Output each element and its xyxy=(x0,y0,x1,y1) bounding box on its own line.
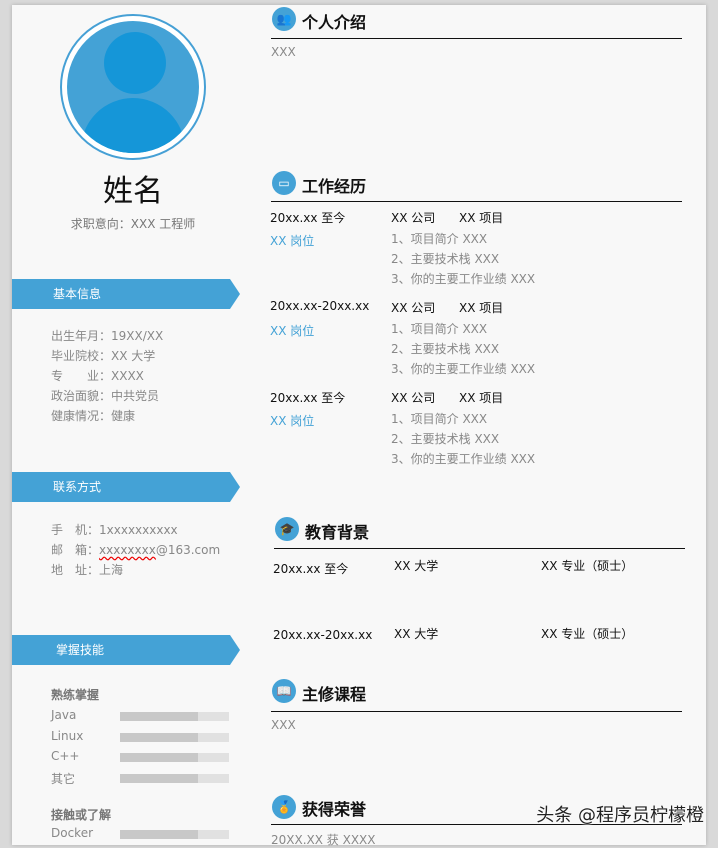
work-item: 3、你的主要工作业绩 XXX xyxy=(391,362,536,376)
work-item: 3、你的主要工作业绩 XXX xyxy=(391,452,536,466)
basic-info-title: 基本信息 xyxy=(53,287,102,301)
avatar xyxy=(60,14,206,160)
skill-bar xyxy=(120,774,229,784)
work-project: XX 项目 xyxy=(459,211,504,225)
candidate-name: 姓名 xyxy=(103,174,163,209)
work-role: XX 岗位 xyxy=(270,324,315,338)
basic-info-line: 政治面貌：中共党员 xyxy=(51,389,160,403)
skill-bar xyxy=(120,712,229,721)
basic-info-line: 出生年月：19XX/XX xyxy=(51,329,164,343)
work-item: 1、项目简介 XXX xyxy=(391,412,488,426)
honors-title: 获得荣誉 xyxy=(302,800,367,819)
contact-banner: 联系方式 xyxy=(12,472,240,502)
familiar-title: 接触或了解 xyxy=(51,808,112,822)
work-item: 1、项目简介 XXX xyxy=(391,322,488,336)
user-icon xyxy=(67,21,199,153)
work-item: 2、主要技术栈 XXX xyxy=(391,252,500,266)
work-item: 2、主要技术栈 XXX xyxy=(391,432,500,446)
basic-info-banner: 基本信息 xyxy=(12,279,240,309)
edu-school: XX 大学 xyxy=(394,559,439,573)
work-title: 工作经历 xyxy=(302,177,367,196)
people-icon: 👥 xyxy=(272,7,296,31)
edu-major: XX 专业（硕士） xyxy=(541,627,634,641)
education-title: 教育背景 xyxy=(305,523,370,542)
skill-bar xyxy=(120,732,229,742)
intro-text: XXX xyxy=(271,45,296,59)
work-role: XX 岗位 xyxy=(270,414,315,428)
edu-major: XX 专业（硕士） xyxy=(541,559,634,573)
work-period: 20xx.xx 至今 xyxy=(270,391,346,405)
briefcase-icon: ▭ xyxy=(272,171,296,195)
work-period: 20xx.xx-20xx.xx xyxy=(270,299,370,313)
divider xyxy=(271,711,682,712)
divider xyxy=(271,38,682,39)
work-project: XX 项目 xyxy=(459,301,504,315)
divider xyxy=(274,548,685,549)
work-item: 3、你的主要工作业绩 XXX xyxy=(391,272,536,286)
basic-info-line: 毕业院校：XX 大学 xyxy=(51,349,156,363)
work-item: 1、项目简介 XXX xyxy=(391,232,488,246)
skill-name: C++ xyxy=(51,749,80,764)
work-company: XX 公司 xyxy=(391,211,436,225)
job-intent: 求职意向：XXX 工程师 xyxy=(70,217,196,231)
skill-name: Java xyxy=(51,708,77,722)
intro-title: 个人介绍 xyxy=(302,13,367,32)
work-project: XX 项目 xyxy=(459,391,504,405)
courses-title: 主修课程 xyxy=(302,685,367,704)
honors-text: 20XX.XX 获 XXXX xyxy=(271,833,376,847)
skills-banner: 掌握技能 xyxy=(12,635,240,665)
book-icon: 📖 xyxy=(272,679,296,703)
basic-info-line: 专 业：XXXX xyxy=(51,369,144,383)
contact-title: 联系方式 xyxy=(53,480,102,494)
work-item: 2、主要技术栈 XXX xyxy=(391,342,500,356)
skills-title: 掌握技能 xyxy=(56,643,105,657)
skill-name: 其它 xyxy=(51,772,76,787)
address: 地 址：上海 xyxy=(51,563,124,577)
work-company: XX 公司 xyxy=(391,301,436,315)
medal-icon: 🏅 xyxy=(272,795,296,819)
work-role: XX 岗位 xyxy=(270,234,315,248)
email: 邮 箱：xxxxxxxx@163.com xyxy=(51,543,221,557)
edu-school: XX 大学 xyxy=(394,627,439,641)
skill-name: Linux xyxy=(51,728,84,743)
skill-bar xyxy=(120,753,229,763)
edu-period: 20xx.xx-20xx.xx xyxy=(273,628,373,642)
work-period: 20xx.xx 至今 xyxy=(270,211,346,225)
basic-info-line: 健康情况：健康 xyxy=(51,409,136,423)
courses-text: XXX xyxy=(271,718,296,732)
edu-period: 20xx.xx 至今 xyxy=(273,562,349,576)
phone: 手 机：1xxxxxxxxxx xyxy=(51,523,178,537)
proficient-title: 熟练掌握 xyxy=(51,688,100,702)
watermark: 头条 @程序员柠檬橙 xyxy=(536,805,704,826)
graduation-cap-icon: 🎓 xyxy=(275,517,299,541)
divider xyxy=(271,201,682,202)
work-company: XX 公司 xyxy=(391,391,436,405)
